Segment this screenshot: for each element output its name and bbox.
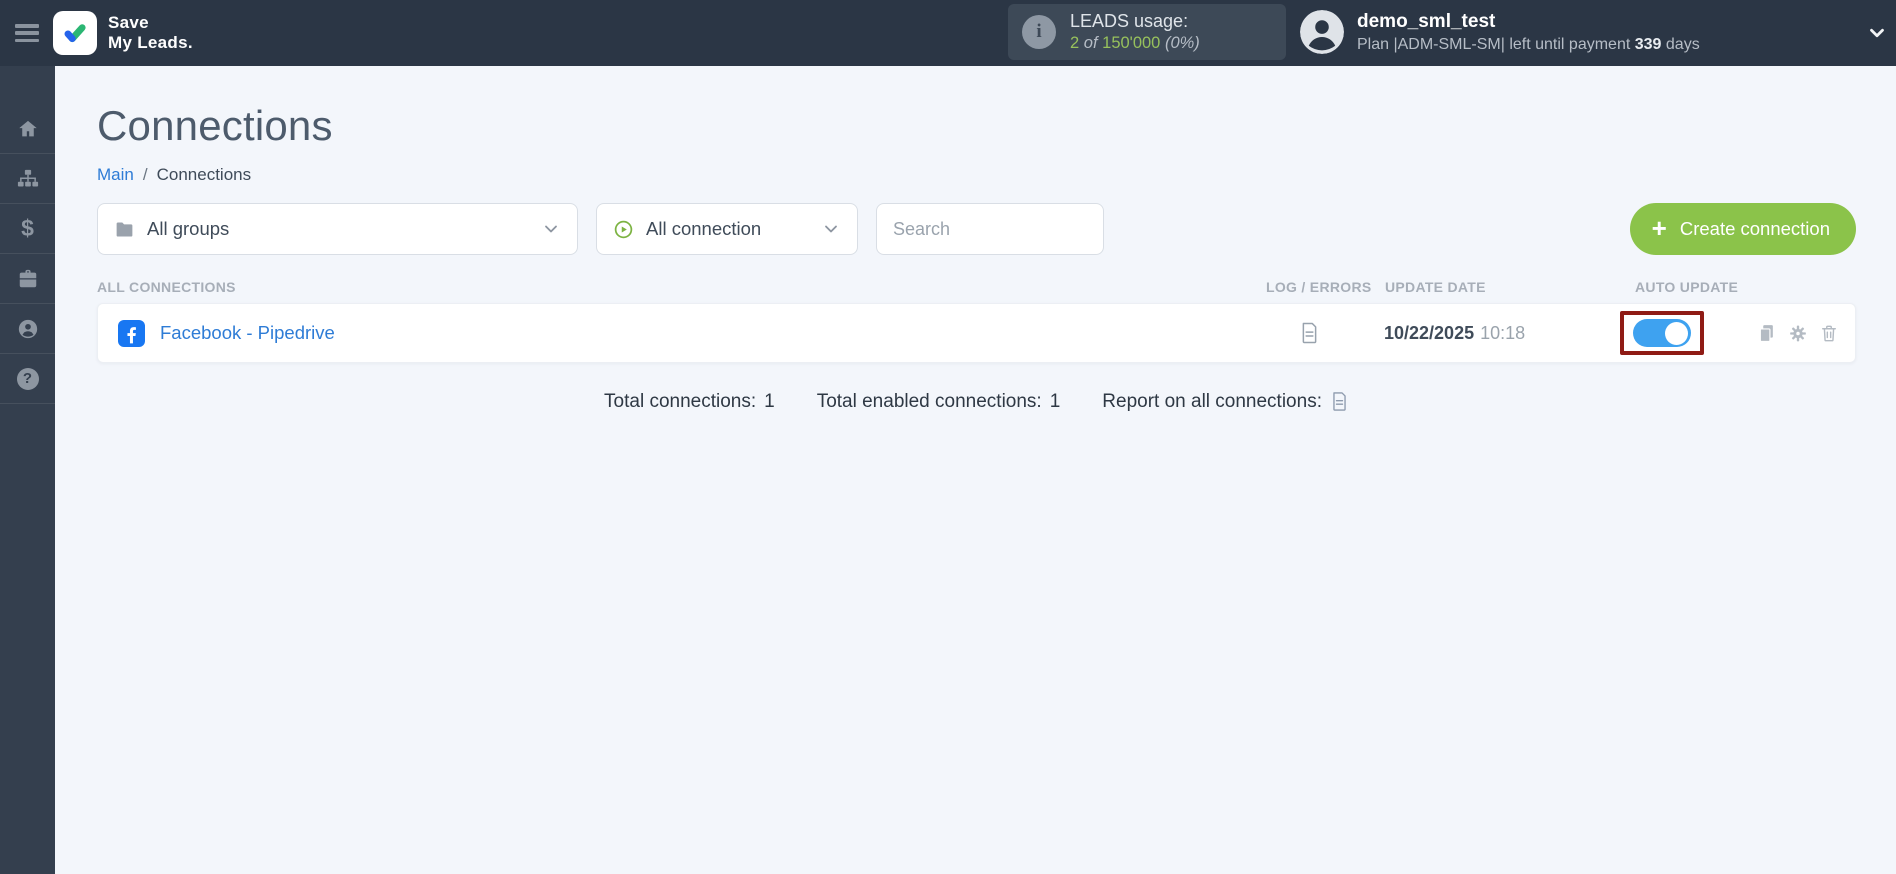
toggle-knob [1665,321,1688,345]
create-connection-button[interactable]: + Create connection [1629,203,1856,255]
connection-select[interactable]: All connection [596,203,858,255]
plan-info: Plan |ADM-SML-SM| left until payment 339… [1357,35,1700,53]
report-all-connections: Report on all connections: [1102,390,1349,413]
col-log-errors: LOG / ERRORS [1266,279,1372,295]
user-avatar-icon [1300,10,1344,54]
leads-usage-widget: i LEADS usage: 2 of 150'000 (0%) [1008,4,1286,60]
menu-button[interactable] [15,24,39,42]
brand-name: Save My Leads. [108,12,193,52]
sidebar-item-home[interactable] [0,104,55,154]
folder-icon [116,222,133,236]
sidebar-item-services[interactable] [0,254,55,304]
play-circle-icon [614,220,633,238]
breadcrumb-current: Connections [156,165,252,184]
user-menu[interactable]: demo_sml_test Plan |ADM-SML-SM| left unt… [1300,10,1700,55]
log-file-icon[interactable] [1299,321,1320,345]
user-circle-icon [18,319,37,338]
groups-select-value: All groups [147,218,230,239]
groups-select[interactable]: All groups [97,203,578,255]
sidebar: $ ? [0,66,55,874]
info-icon: i [1022,15,1056,49]
chevron-down-icon [541,219,561,239]
leads-usage-label: LEADS usage: [1070,11,1189,32]
sidebar-item-help[interactable]: ? [0,354,55,404]
connection-name-link[interactable]: Facebook - Pipedrive [160,322,335,344]
table-header: ALL CONNECTIONS LOG / ERRORS UPDATE DATE… [97,279,1856,295]
total-connections: Total connections: 1 [604,390,775,412]
plus-icon: + [1651,212,1667,243]
briefcase-icon [19,269,36,287]
update-date: 10/22/2025 10:18 [1384,322,1526,343]
sidebar-item-billing[interactable]: $ [0,204,55,254]
col-all-connections: ALL CONNECTIONS [97,279,236,295]
leads-usage-value: 2 of 150'000 (0%) [1070,33,1200,52]
chevron-down-icon [821,219,841,239]
main-content: Connections Main / Connections All group… [55,66,1896,874]
copy-icon[interactable] [1757,323,1777,344]
connection-select-value: All connection [646,218,762,239]
sidebar-item-account[interactable] [0,304,55,354]
annotation-highlight [1620,311,1704,355]
top-header: Save My Leads. i LEADS usage: 2 of 150'0… [0,0,1896,66]
sidebar-item-connections[interactable] [0,154,55,204]
breadcrumb-main-link[interactable]: Main [97,165,134,185]
breadcrumb: Main / Connections [97,165,1856,185]
total-enabled-connections: Total enabled connections: 1 [816,390,1061,412]
filter-bar: All groups All connection + Create conne… [97,203,1856,255]
summary-bar: Total connections: 1 Total enabled conne… [97,390,1856,413]
trash-icon[interactable] [1819,323,1839,344]
auto-update-toggle[interactable] [1633,319,1691,347]
search-input[interactable] [876,203,1104,255]
home-icon [18,120,37,136]
brand-logo[interactable]: Save My Leads. [53,11,193,55]
sitemap-icon [17,169,38,187]
gear-icon[interactable] [1788,323,1808,344]
breadcrumb-separator: / [142,165,148,184]
col-update-date: UPDATE DATE [1385,279,1486,295]
connection-row: Facebook - Pipedrive 10/22/2025 10:18 [97,303,1856,363]
chevron-down-icon[interactable] [1866,22,1888,44]
report-file-icon[interactable] [1330,390,1349,413]
col-auto-update: AUTO UPDATE [1635,279,1739,295]
checkmark-logo-icon [53,11,97,55]
question-circle-icon: ? [16,367,39,390]
page-title: Connections [97,102,333,149]
facebook-icon [118,319,145,347]
dollar-icon: $ [21,215,34,241]
username: demo_sml_test [1357,11,1496,32]
